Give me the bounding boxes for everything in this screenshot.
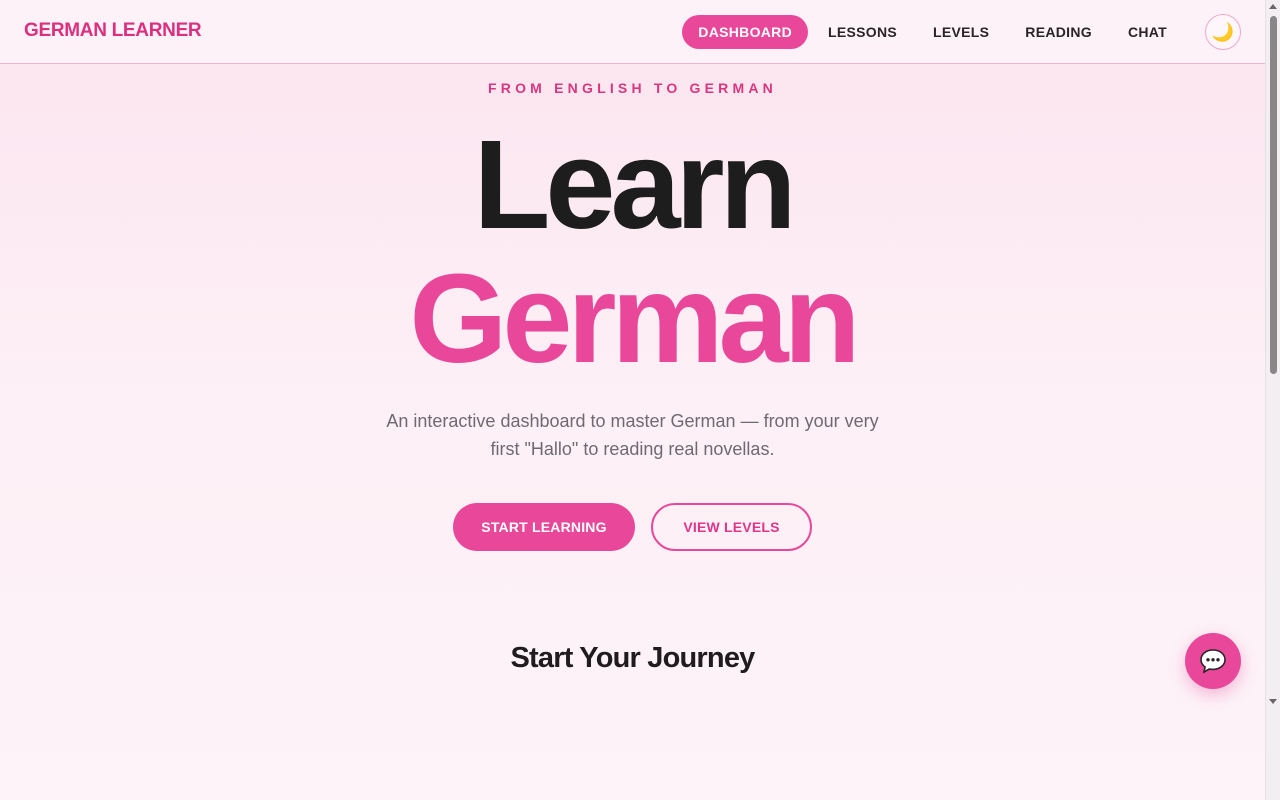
nav-reading[interactable]: READING: [1009, 15, 1108, 49]
page-scrollbar[interactable]: [1265, 0, 1280, 800]
nav-chat[interactable]: CHAT: [1112, 15, 1183, 49]
top-navigation-bar: GERMAN LEARNER DASHBOARD LESSONS LEVELS …: [0, 0, 1265, 64]
journey-section-title: Start Your Journey: [510, 642, 756, 674]
nav-lessons[interactable]: LESSONS: [812, 15, 913, 49]
brand-logo[interactable]: GERMAN LEARNER: [24, 20, 202, 42]
hero-title-german: German: [409, 248, 860, 389]
view-levels-button[interactable]: VIEW LEVELS: [651, 503, 812, 551]
chat-fab-button[interactable]: [1185, 633, 1241, 689]
nav-levels[interactable]: LEVELS: [917, 15, 1005, 49]
scroll-up-arrow-icon[interactable]: [1269, 4, 1277, 9]
main-nav: DASHBOARD LESSONS LEVELS READING CHAT 🌙: [678, 14, 1241, 50]
scrollbar-thumb[interactable]: [1270, 16, 1277, 374]
hero-subtitle: An interactive dashboard to master Germa…: [386, 411, 879, 459]
start-learning-button[interactable]: START LEARNING: [453, 503, 635, 551]
scroll-down-arrow-icon[interactable]: [1269, 699, 1277, 704]
moon-icon: 🌙: [1211, 21, 1235, 42]
hero-title-learn: Learn: [473, 114, 796, 255]
theme-toggle-button[interactable]: 🌙: [1205, 14, 1241, 50]
chat-bubble-icon: [1200, 649, 1226, 674]
hero-cta-row: START LEARNING VIEW LEVELS: [0, 503, 1265, 551]
hero-eyebrow: FROM ENGLISH TO GERMAN: [488, 80, 777, 96]
nav-dashboard[interactable]: DASHBOARD: [682, 15, 808, 49]
page: GERMAN LEARNER DASHBOARD LESSONS LEVELS …: [0, 0, 1265, 800]
